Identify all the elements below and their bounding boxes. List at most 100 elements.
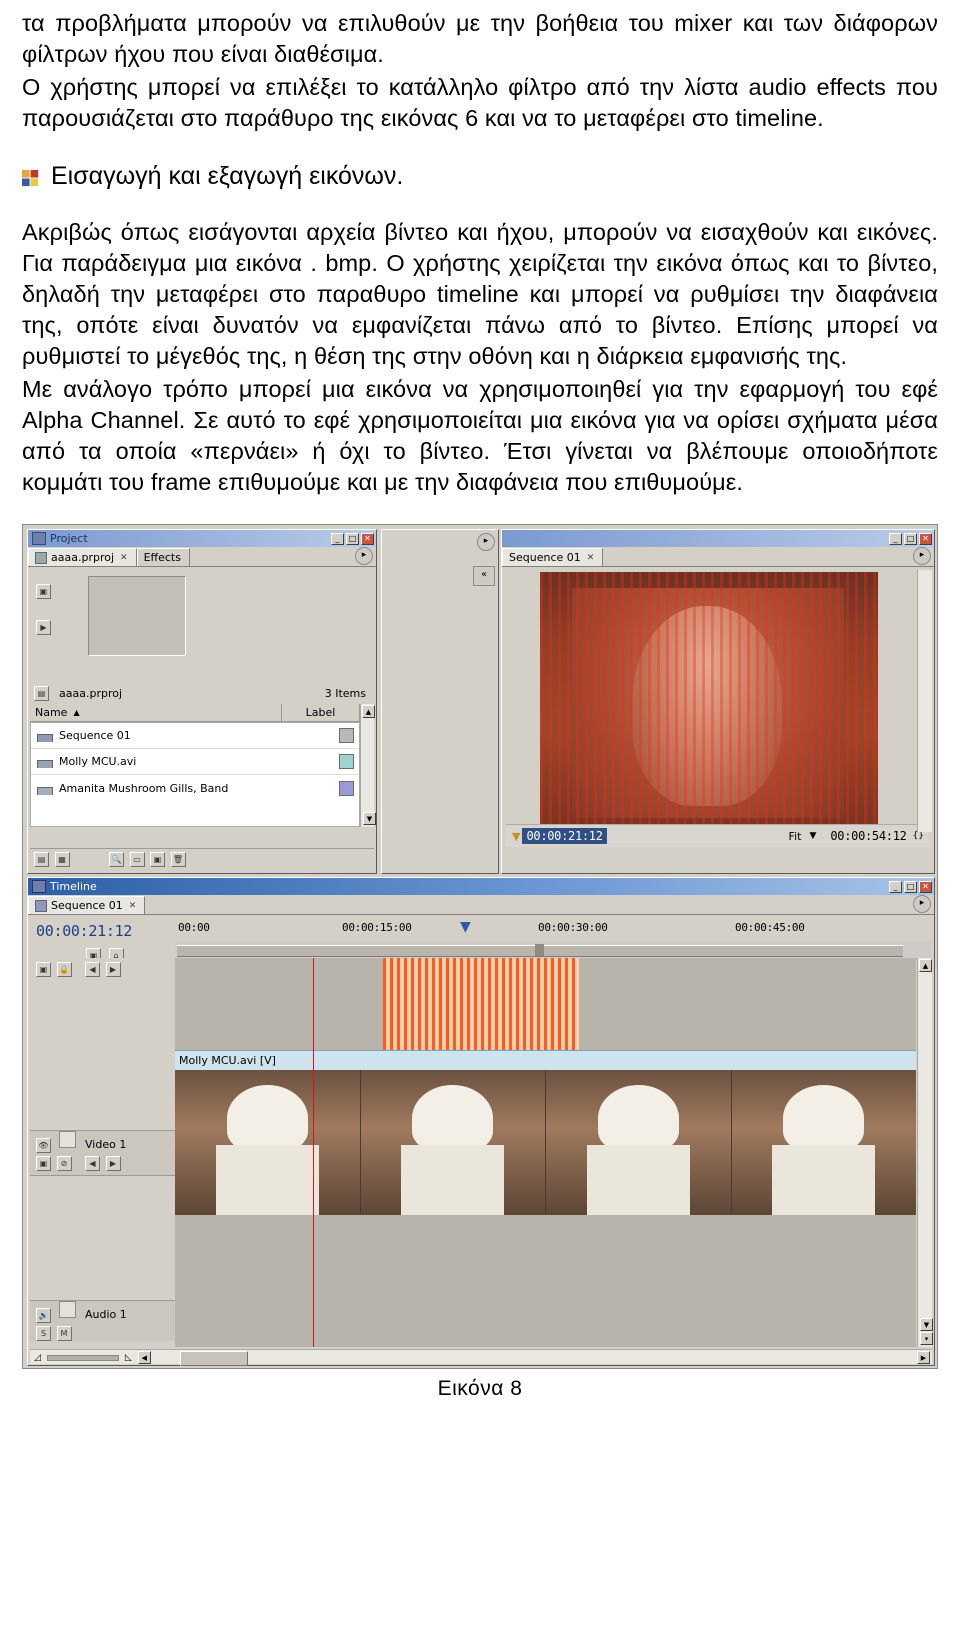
paragraph-intro: τα προβλήματα μπορούν να επιλυθούν με τη…: [22, 10, 938, 67]
timeline-vertical-scrollbar[interactable]: ▲ ▼ ▾: [917, 958, 933, 1347]
prev-keyframe-icon[interactable]: ◀: [85, 962, 100, 977]
scroll-right-icon[interactable]: ▶: [917, 1351, 930, 1364]
timeline-timecode[interactable]: 00:00:21:12: [36, 922, 175, 940]
delete-icon[interactable]: 🗑: [170, 852, 186, 867]
eye-icon[interactable]: 👁: [36, 1138, 51, 1153]
monitor-current-time[interactable]: 00:00:21:12: [522, 828, 607, 844]
mute-icon[interactable]: M: [56, 1326, 72, 1341]
monitor-fit-label[interactable]: Fit: [789, 830, 802, 843]
project-titlebar: Project _ □ ✕: [28, 530, 376, 547]
tab-timeline-sequence-01[interactable]: Sequence 01 ✕: [28, 896, 146, 914]
timeline-maximize-button[interactable]: □: [904, 880, 917, 893]
new-item-icon[interactable]: ▣: [150, 852, 165, 867]
monitor-minimize-button[interactable]: _: [889, 532, 902, 545]
tab-sequence-01[interactable]: Sequence 01 ✕: [502, 548, 604, 566]
preview-thumbnail-button[interactable]: ▣: [36, 584, 51, 599]
timeline-panel-menu-icon[interactable]: ▸: [913, 895, 931, 913]
center-panel-menu-icon[interactable]: ▸: [477, 533, 495, 551]
speaker-icon[interactable]: 🔊: [36, 1308, 51, 1323]
scroll-up-icon[interactable]: ▲: [362, 705, 375, 718]
project-panel-menu-icon[interactable]: ▸: [355, 547, 373, 565]
solo-icon[interactable]: S: [36, 1326, 51, 1341]
timeline-clip-video-1-frames[interactable]: [175, 1070, 916, 1215]
timeline-work-area-bar[interactable]: [175, 942, 932, 959]
timeline-close-button[interactable]: ✕: [919, 880, 932, 893]
tab-project-aaaa[interactable]: aaaa.prproj ✕: [28, 548, 137, 566]
collapse-track-icon[interactable]: [58, 1131, 76, 1148]
monitor-scrollbar[interactable]: [917, 570, 932, 832]
prev-keyframe-icon[interactable]: ◀: [85, 1156, 100, 1171]
timeline-clip-image[interactable]: [383, 958, 579, 1050]
track-name-audio-1: Audio 1: [85, 1308, 127, 1321]
scroll-down-icon[interactable]: ▼: [363, 812, 376, 825]
project-bottom-toolbar: ▤ ▦ 🔍 ▭ ▣ 🗑: [30, 848, 374, 871]
hscroll-thumb[interactable]: [179, 1351, 248, 1366]
collapse-panel-icon[interactable]: «: [473, 566, 495, 586]
tab-timeline-sequence-01-close-icon[interactable]: ✕: [129, 901, 137, 911]
colored-square-bullet-icon: [22, 169, 39, 187]
timeline-ruler[interactable]: 00:00 00:00:15:00 00:00:30:00 00:00:45:0…: [175, 916, 932, 943]
scroll-left-icon[interactable]: ◀: [137, 1351, 151, 1364]
project-tabbar: aaaa.prproj ✕ Effects ▸: [28, 547, 376, 567]
project-close-button[interactable]: ✕: [361, 532, 374, 545]
tab-project-aaaa-close-icon[interactable]: ✕: [120, 553, 128, 563]
preview-play-button[interactable]: ▶: [36, 620, 51, 635]
column-header-label[interactable]: Label: [282, 703, 360, 722]
table-row[interactable]: Amanita Mushroom Gills, Band: [31, 775, 359, 801]
lock-track-icon[interactable]: 🔒: [56, 962, 72, 977]
timeline-horizontal-scrollbar[interactable]: ◿ ◺ ◀ ▶: [30, 1349, 932, 1366]
timeline-clip-video-1-header[interactable]: Molly MCU.avi [V]: [175, 1050, 916, 1072]
table-row[interactable]: Molly MCU.avi: [31, 749, 359, 775]
label-color-swatch: [338, 728, 354, 743]
collapse-track-icon[interactable]: [58, 1301, 76, 1318]
thumbnail-icon[interactable]: ▣: [36, 584, 51, 599]
section-heading: Εισαγωγή και εξαγωγή εικόνων.: [22, 162, 938, 191]
timeline-playhead-line: [313, 958, 314, 1347]
project-minimize-button[interactable]: _: [331, 532, 344, 545]
next-keyframe-icon[interactable]: ▶: [105, 962, 121, 977]
icon-view-icon[interactable]: ▦: [54, 852, 70, 867]
track-header-video-1[interactable]: 👁 Video 1 ▣ ⊘ ◀ ▶: [30, 1130, 175, 1176]
monitor-close-button[interactable]: ✕: [919, 532, 932, 545]
zoom-out-icon[interactable]: ◿: [34, 1353, 41, 1363]
project-maximize-button[interactable]: □: [346, 532, 359, 545]
new-bin-icon[interactable]: ▭: [129, 852, 145, 867]
monitor-titlebar: _ □ ✕: [502, 530, 934, 547]
zoom-out-track-height-icon[interactable]: ▾: [920, 1332, 933, 1345]
hscroll-track[interactable]: [151, 1351, 916, 1366]
mute-icon[interactable]: ⊘: [56, 1156, 72, 1171]
video-track-tools: ▣ 🔒 ◀ ▶: [36, 962, 121, 977]
zoom-slider-track[interactable]: [46, 1354, 119, 1361]
scroll-down-icon[interactable]: ▼: [920, 1318, 933, 1331]
project-preview-area: ▣ ▶: [30, 570, 374, 685]
clip-frame-chef-hat: [783, 1084, 865, 1152]
track-header-audio-1[interactable]: 🔊 Audio 1 S M: [30, 1300, 175, 1341]
column-header-name[interactable]: Name ▲: [30, 703, 282, 722]
paragraph-images-1: Ακριβώς όπως εισάγονται αρχεία βίντεο κα…: [22, 219, 938, 369]
next-keyframe-icon[interactable]: ▶: [105, 1156, 121, 1171]
zoom-in-icon[interactable]: ◺: [125, 1353, 132, 1363]
ruler-label: 00:00:45:00: [735, 921, 805, 934]
list-view-icon[interactable]: ▤: [34, 852, 49, 867]
project-item-list: Sequence 01 Molly MCU.avi Amanita Mushro…: [30, 722, 360, 827]
toggle-track-output-icon[interactable]: ▣: [36, 962, 51, 977]
program-monitor-image: [540, 572, 878, 834]
play-icon[interactable]: ▶: [36, 620, 51, 635]
table-row[interactable]: Sequence 01: [31, 723, 359, 749]
monitor-tabbar: Sequence 01 ✕ ▸: [502, 547, 934, 567]
bin-folder-icon[interactable]: ▤: [34, 685, 49, 701]
monitor-maximize-button[interactable]: □: [904, 532, 917, 545]
chevron-down-icon[interactable]: ▼: [809, 831, 816, 841]
toggle-output-icon[interactable]: ▣: [36, 1156, 51, 1171]
timeline-minimize-button[interactable]: _: [889, 880, 902, 893]
scroll-up-icon[interactable]: ▲: [919, 959, 932, 972]
tab-sequence-01-close-icon[interactable]: ✕: [587, 553, 595, 563]
timeline-tracks-area[interactable]: Molly MCU.avi [V]: [175, 958, 916, 1347]
playhead-icon[interactable]: ▼: [460, 919, 471, 935]
tab-project-effects[interactable]: Effects: [136, 548, 190, 566]
project-list-scrollbar[interactable]: ▲ ▼: [360, 704, 376, 827]
project-item-name-label: Sequence 01: [59, 729, 131, 742]
work-area-handle[interactable]: [535, 944, 544, 956]
monitor-panel-menu-icon[interactable]: ▸: [913, 547, 931, 565]
find-icon[interactable]: 🔍: [109, 852, 124, 867]
